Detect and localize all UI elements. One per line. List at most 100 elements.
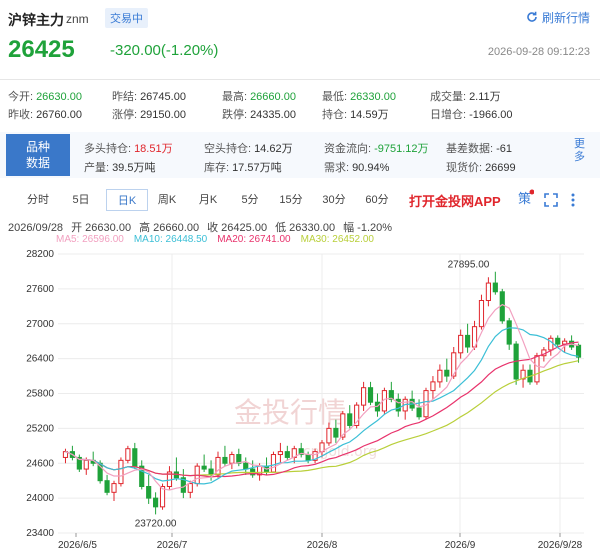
candle-body xyxy=(326,427,332,444)
variety-stat-label: 基差数据: xyxy=(446,143,494,155)
fullscreen-icon[interactable] xyxy=(544,189,558,210)
kline-chart[interactable]: 28200 27600 27000 26400 25800 25200 24600 24000… xyxy=(0,244,600,552)
stat-label: 跌停: xyxy=(222,109,248,121)
low-label: 23720.00 xyxy=(135,518,177,529)
variety-stat: 需求: 90.94% xyxy=(324,159,389,175)
stat-label: 今开: xyxy=(8,91,34,103)
y-tick-label: 27000 xyxy=(26,319,54,330)
variety-stat: 资金流向: -9751.12万 xyxy=(324,140,429,156)
refresh-button[interactable]: 刷新行情 xyxy=(526,9,590,26)
y-tick-label: 24000 xyxy=(26,493,54,504)
ohlc-close: 收 26425.00 xyxy=(207,222,268,234)
candle-body xyxy=(229,454,235,464)
candle-body xyxy=(104,480,110,493)
instrument-code: znm xyxy=(66,12,89,26)
candle-body xyxy=(132,448,138,467)
x-tick-label: 2026/6/5 xyxy=(58,540,97,551)
tag-line-2: 数据 xyxy=(25,156,50,170)
variety-stat-value: 14.62万 xyxy=(254,143,293,155)
x-tick-label: 2026/9/28 xyxy=(538,540,583,551)
y-tick-label: 25200 xyxy=(26,423,54,434)
stat-value: 24335.00 xyxy=(250,109,296,121)
tab-5分[interactable]: 5分 xyxy=(234,189,266,211)
tab-周K[interactable]: 周K xyxy=(151,189,183,211)
candle-body xyxy=(222,456,228,464)
open-app-link[interactable]: 打开金投网APP xyxy=(409,191,501,210)
x-tick-label: 2026/8 xyxy=(307,540,338,551)
x-tick-label: 2026/7 xyxy=(157,540,188,551)
variety-stat-value: 90.94% xyxy=(352,162,390,174)
tab-分时[interactable]: 分时 xyxy=(20,189,56,211)
candle-body xyxy=(277,451,283,456)
instrument-name: 沪锌主力 xyxy=(8,12,64,28)
tab-月K[interactable]: 月K xyxy=(191,189,225,211)
refresh-icon xyxy=(527,11,537,22)
candle-body xyxy=(146,486,152,499)
stat-item: 昨结: 26745.00 xyxy=(112,88,186,104)
stat-value: -1966.00 xyxy=(469,109,513,121)
variety-stat: 多头持仓: 18.51万 xyxy=(84,140,173,156)
stat-value: 26660.00 xyxy=(250,91,296,103)
y-tick-label: 27600 xyxy=(26,284,54,295)
stat-value: 26760.00 xyxy=(36,109,82,121)
variety-stat-value: 26699 xyxy=(485,162,516,174)
more-link[interactable]: 更多 xyxy=(574,138,588,164)
candle-body xyxy=(458,334,464,354)
candle-body xyxy=(361,387,367,406)
y-tick-label: 23400 xyxy=(26,528,54,539)
variety-stat-label: 产量: xyxy=(84,162,110,174)
stat-label: 涨停: xyxy=(112,109,138,121)
variety-stat: 现货价: 26699 xyxy=(446,159,516,175)
candle-body xyxy=(111,483,117,493)
tab-日K[interactable]: 日K xyxy=(106,189,148,211)
variety-stat: 基差数据: -61 xyxy=(446,140,512,156)
trading-status-badge: 交易中 xyxy=(105,8,148,28)
candle-body xyxy=(125,448,131,461)
stat-value: 2.11万 xyxy=(469,91,501,103)
stats-row: 昨收: 26760.00 涨停: 29150.00 跌停: 24335.00 持仓: 14.5… xyxy=(8,106,598,124)
strategy-icon[interactable]: 策 xyxy=(518,189,535,210)
stat-label: 最低: xyxy=(322,91,348,103)
ohlc-open: 开 26630.00 xyxy=(71,222,132,234)
refresh-label: 刷新行情 xyxy=(541,11,590,25)
candle-body xyxy=(478,300,485,328)
y-tick-label: 24600 xyxy=(26,458,54,469)
tab-15分[interactable]: 15分 xyxy=(274,189,308,211)
stat-label: 最高: xyxy=(222,91,248,103)
candle-body xyxy=(555,337,561,345)
stat-label: 持仓: xyxy=(322,109,348,121)
variety-data-tag[interactable]: 品种 数据 xyxy=(6,134,70,176)
stat-item: 今开: 26630.00 xyxy=(8,88,82,104)
stat-item: 最低: 26330.00 xyxy=(322,88,396,104)
more-options-icon[interactable] xyxy=(570,189,576,211)
variety-stat-label: 资金流向: xyxy=(324,143,372,155)
candle-body xyxy=(201,465,207,470)
candle-body xyxy=(118,459,124,485)
candle-body xyxy=(284,451,290,458)
variety-stat: 库存: 17.57万吨 xyxy=(204,159,282,175)
candle-body xyxy=(437,369,443,383)
ohlc-amplitude: 幅 -1.20% xyxy=(343,222,393,234)
price-change: -320.00(-1.20%) xyxy=(110,42,219,59)
stat-item: 昨收: 26760.00 xyxy=(8,106,82,122)
stat-item: 成交量: 2.11万 xyxy=(430,88,501,104)
stat-label: 昨收: xyxy=(8,109,34,121)
candle-body xyxy=(430,381,436,392)
tab-30分[interactable]: 30分 xyxy=(316,189,352,211)
candle-body xyxy=(333,427,339,438)
tab-60分[interactable]: 60分 xyxy=(360,189,394,211)
tab-5日[interactable]: 5日 xyxy=(66,189,96,211)
stat-label: 昨结: xyxy=(112,91,138,103)
variety-stat-label: 库存: xyxy=(204,162,230,174)
variety-data-panel: 品种 数据 更多 多头持仓: 18.51万 空头持仓: 14.62万 资金流向: -975… xyxy=(0,132,600,178)
variety-stat-value: 39.5万吨 xyxy=(112,162,156,174)
y-tick-label: 26400 xyxy=(26,354,54,365)
candle-body xyxy=(534,355,540,383)
stat-item: 涨停: 29150.00 xyxy=(112,106,186,122)
ohlc-high: 高 26660.00 xyxy=(139,222,200,234)
candle-body xyxy=(187,483,193,493)
variety-stat-label: 需求: xyxy=(324,162,350,174)
variety-stat-label: 现货价: xyxy=(446,162,483,174)
header: 沪锌主力 znm 交易中 刷新行情 xyxy=(0,0,600,34)
svg-text:策: 策 xyxy=(518,191,531,207)
